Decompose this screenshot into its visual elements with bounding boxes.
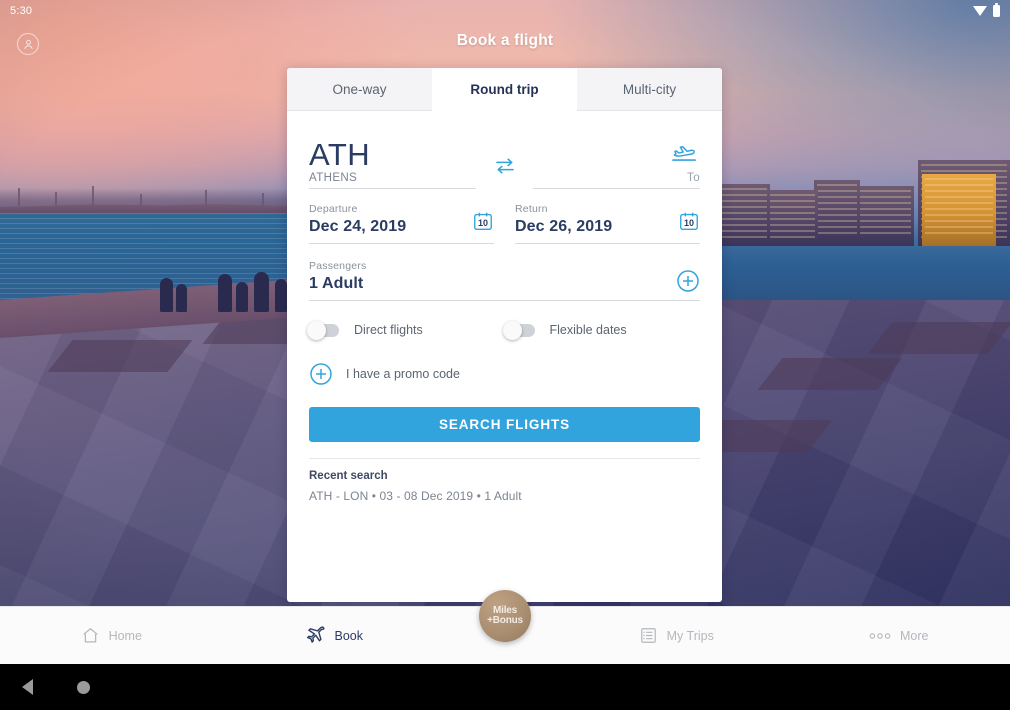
promo-code-label: I have a promo code <box>346 367 460 381</box>
home-icon <box>82 628 98 643</box>
nav-label-book: Book <box>334 628 364 643</box>
origin-code: ATH <box>309 137 371 172</box>
departure-date-field[interactable]: Departure Dec 24, 2019 10 <box>309 203 494 244</box>
airplane-icon <box>306 626 324 643</box>
return-date-field[interactable]: Return Dec 26, 2019 10 <box>515 203 700 244</box>
flexible-dates-label: Flexible dates <box>549 323 627 337</box>
options-row: Direct flights Flexible dates <box>307 320 701 340</box>
page-title: Book a flight <box>456 32 554 49</box>
booking-card: One-way Round trip Multi-city ATH ATHENS <box>287 68 722 602</box>
status-bar: 5:30 <box>0 0 1010 22</box>
nav-label-more: More <box>900 628 929 643</box>
recent-search-item[interactable]: ATH - LON • 03 - 08 Dec 2019 • 1 Adult <box>309 489 700 503</box>
more-dots-icon <box>869 632 891 639</box>
bottom-navigation: Home Book Miles +Bonus My Trips More <box>0 590 1010 664</box>
battery-icon <box>993 3 1000 17</box>
swap-airports-button[interactable] <box>476 157 533 189</box>
destination-placeholder: To <box>687 172 700 184</box>
route-row: ATH ATHENS To <box>309 127 700 189</box>
nav-label-my-trips: My Trips <box>666 628 714 643</box>
return-label: Return <box>515 203 548 215</box>
plus-circle-icon <box>677 270 699 292</box>
add-passenger-button[interactable] <box>676 269 700 298</box>
miles-badge-line1: Miles <box>492 604 517 616</box>
tab-round-trip[interactable]: Round trip <box>432 68 577 111</box>
dates-row: Departure Dec 24, 2019 10 Return Dec 26,… <box>309 203 700 244</box>
trip-type-tabs: One-way Round trip Multi-city <box>287 68 722 111</box>
search-flights-button[interactable]: SEARCH FLIGHTS <box>309 407 700 442</box>
nav-item-more[interactable]: More <box>788 629 1010 643</box>
miles-badge-line2: +Bonus <box>487 615 523 626</box>
direct-flights-toggle[interactable] <box>307 320 339 340</box>
destination-field[interactable]: To <box>532 138 700 189</box>
departure-label: Departure <box>309 203 358 215</box>
calendar-icon[interactable]: 10 <box>472 210 494 237</box>
calendar-icon[interactable]: 10 <box>678 210 700 237</box>
passengers-value: 1 Adult <box>309 275 364 292</box>
plus-circle-icon[interactable] <box>309 362 333 386</box>
home-circle-icon[interactable] <box>77 680 90 694</box>
nav-item-my-trips[interactable]: My Trips <box>565 626 788 645</box>
app-root: 5:30 Book a flight One-way Round trip Mu… <box>0 0 1010 710</box>
recent-search-section: Recent search ATH - LON • 03 - 08 Dec 20… <box>309 458 700 503</box>
departure-value: Dec 24, 2019 <box>309 218 407 235</box>
direct-flights-option[interactable]: Direct flights <box>307 320 505 340</box>
airplane-takeoff-icon <box>533 138 700 172</box>
origin-city: ATHENS <box>309 172 358 184</box>
swap-horizontal-icon <box>495 158 514 174</box>
miles-bonus-badge[interactable]: Miles +Bonus <box>479 590 531 642</box>
direct-flights-label: Direct flights <box>354 323 423 337</box>
passengers-field[interactable]: Passengers 1 Adult <box>309 260 700 301</box>
recent-search-title: Recent search <box>309 470 388 482</box>
card-body: ATH ATHENS To Departure Dec 24, 2019 10 … <box>287 127 722 503</box>
calendar-day-number: 10 <box>683 218 694 228</box>
wifi-icon <box>973 6 987 16</box>
promo-code-row[interactable]: I have a promo code <box>309 362 700 386</box>
origin-field[interactable]: ATH ATHENS <box>309 137 477 189</box>
nav-label-home: Home <box>108 628 142 643</box>
nav-item-home[interactable]: Home <box>0 626 223 645</box>
return-value: Dec 26, 2019 <box>515 218 613 235</box>
passengers-label: Passengers <box>309 260 367 272</box>
nav-item-book[interactable]: Book <box>223 625 446 646</box>
back-triangle-icon[interactable] <box>22 679 33 695</box>
status-bar-time: 5:30 <box>10 5 33 17</box>
flexible-dates-toggle[interactable] <box>502 320 535 340</box>
tab-multi-city[interactable]: Multi-city <box>577 68 722 111</box>
flexible-dates-option[interactable]: Flexible dates <box>502 320 701 340</box>
android-navigation-bar <box>0 664 1010 710</box>
calendar-day-number: 10 <box>477 218 488 228</box>
list-icon <box>640 628 656 643</box>
app-header: Book a flight <box>0 22 1010 66</box>
tab-one-way[interactable]: One-way <box>287 68 432 111</box>
